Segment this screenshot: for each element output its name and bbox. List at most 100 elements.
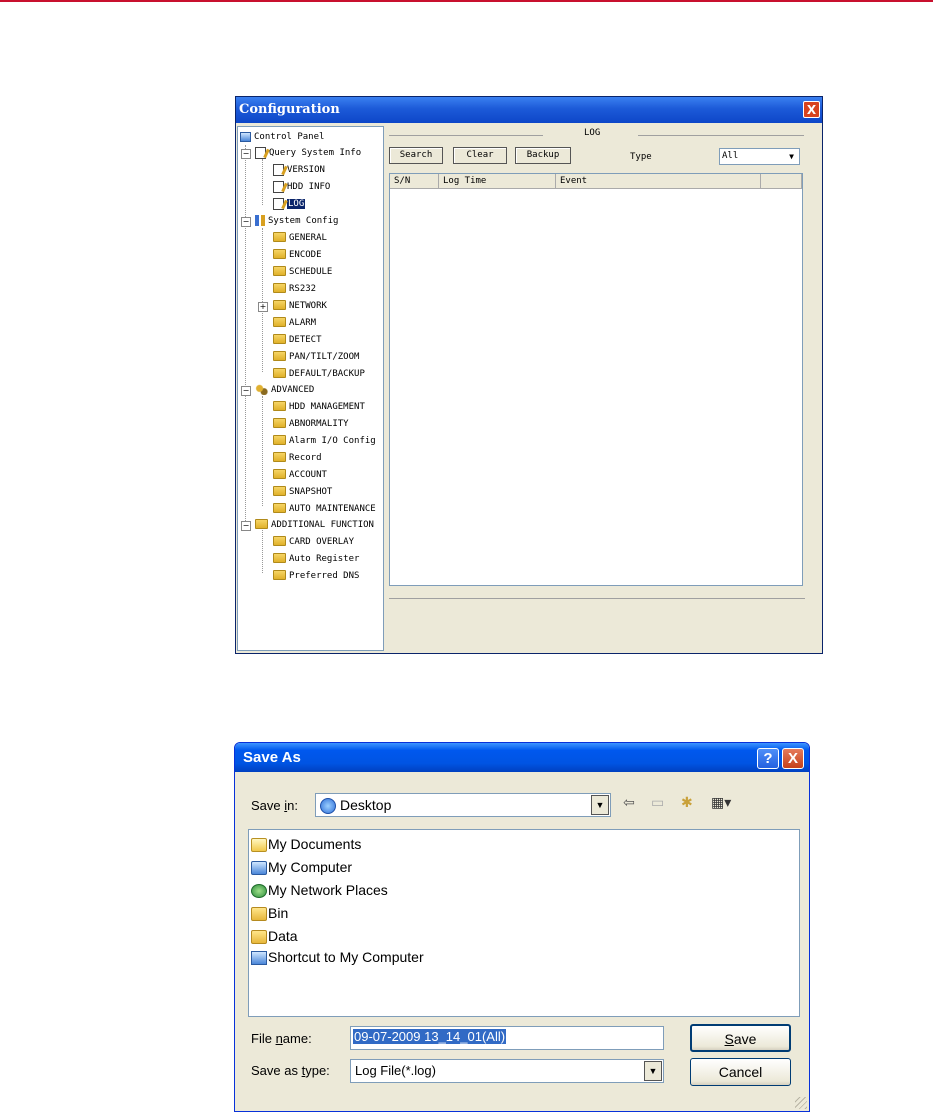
list-item-network-places[interactable]: My Network Places bbox=[251, 880, 388, 900]
chevron-down-icon[interactable]: ▼ bbox=[644, 1061, 662, 1081]
tree-node-label: SNAPSHOT bbox=[289, 487, 333, 497]
tree-node-label: Record bbox=[289, 453, 322, 463]
tree-node-label: Control Panel bbox=[254, 132, 325, 142]
tree-node-schedule[interactable]: SCHEDULE bbox=[273, 265, 332, 279]
tree-node-preferred-dns[interactable]: Preferred DNS bbox=[273, 569, 359, 583]
collapse-toggle[interactable]: − bbox=[241, 217, 251, 227]
tree-node-alarm-io-config[interactable]: Alarm I/O Config bbox=[273, 434, 376, 448]
tree-node-snapshot[interactable]: SNAPSHOT bbox=[273, 485, 332, 499]
file-name-input[interactable]: 09-07-2009 13_14_01(All) bbox=[350, 1026, 664, 1050]
views-menu-icon[interactable]: ▦▾ bbox=[711, 795, 731, 811]
collapse-toggle[interactable]: − bbox=[241, 521, 251, 531]
gears-icon bbox=[255, 384, 268, 395]
tree-node-detect[interactable]: DETECT bbox=[273, 333, 322, 347]
tree-node-label: System Config bbox=[268, 216, 339, 226]
tree-node-label: ADDITIONAL FUNCTION bbox=[271, 520, 374, 530]
folder-icon bbox=[273, 468, 286, 479]
tree-node-general[interactable]: GENERAL bbox=[273, 231, 327, 245]
tree-node-rs232[interactable]: RS232 bbox=[273, 282, 316, 296]
list-item-shortcut[interactable]: Shortcut to My Computer bbox=[251, 947, 424, 967]
tree-node-alarm[interactable]: ALARM bbox=[273, 316, 316, 330]
column-header-log-time[interactable]: Log Time bbox=[439, 174, 556, 189]
folder-icon bbox=[251, 907, 267, 922]
tree-node-label: RS232 bbox=[289, 284, 317, 294]
save-button[interactable]: Save bbox=[690, 1024, 791, 1052]
up-folder-icon[interactable]: ▭ bbox=[651, 795, 664, 811]
close-button[interactable]: X bbox=[782, 748, 804, 769]
tree-node-encode[interactable]: ENCODE bbox=[273, 248, 322, 262]
chevron-down-icon[interactable]: ▼ bbox=[591, 795, 609, 815]
tree-node-hdd-info[interactable]: HDD INFO bbox=[273, 180, 330, 194]
collapse-toggle[interactable]: − bbox=[241, 149, 251, 159]
note-icon bbox=[273, 197, 284, 210]
tree-node-log[interactable]: LOG bbox=[273, 197, 306, 211]
tree-node-record[interactable]: Record bbox=[273, 451, 322, 465]
tree-node-query-system-info[interactable]: Query System Info bbox=[255, 146, 361, 160]
tree-node-default-backup[interactable]: DEFAULT/BACKUP bbox=[273, 367, 365, 381]
folder-icon bbox=[273, 367, 286, 378]
resize-grip[interactable] bbox=[795, 1097, 807, 1109]
save-in-select[interactable]: Desktop ▼ bbox=[315, 793, 611, 817]
note-icon bbox=[273, 163, 284, 176]
network-places-icon bbox=[251, 884, 267, 899]
tree-node-label: DETECT bbox=[289, 335, 322, 345]
folder-icon bbox=[273, 485, 286, 496]
folder-icon bbox=[273, 248, 286, 259]
backup-button[interactable]: Backup bbox=[515, 147, 571, 164]
tree-node-label: HDD INFO bbox=[287, 182, 331, 192]
tree-node-label: ABNORMALITY bbox=[289, 419, 349, 429]
cancel-button[interactable]: Cancel bbox=[690, 1058, 791, 1086]
tree-node-control-panel[interactable]: Control Panel bbox=[240, 130, 324, 144]
folder-icon bbox=[251, 930, 267, 945]
help-button[interactable]: ? bbox=[757, 748, 779, 769]
tree-node-ptz[interactable]: PAN/TILT/ZOOM bbox=[273, 350, 359, 364]
tree-node-version[interactable]: VERSION bbox=[273, 163, 325, 177]
list-item-my-computer[interactable]: My Computer bbox=[251, 857, 352, 877]
tree-node-auto-register[interactable]: Auto Register bbox=[273, 552, 359, 566]
tree-node-abnormality[interactable]: ABNORMALITY bbox=[273, 417, 349, 431]
folder-icon bbox=[255, 518, 268, 529]
tree-node-label: AUTO MAINTENANCE bbox=[289, 504, 376, 514]
column-header-event[interactable]: Event bbox=[556, 174, 761, 189]
tree-node-additional-function[interactable]: ADDITIONAL FUNCTION bbox=[255, 518, 374, 532]
type-select[interactable]: All ▼ bbox=[719, 148, 800, 165]
page-top-rule bbox=[0, 0, 933, 2]
file-list[interactable]: My Documents My Computer My Network Plac… bbox=[248, 829, 800, 1017]
expand-toggle[interactable]: + bbox=[258, 302, 268, 312]
tree-node-account[interactable]: ACCOUNT bbox=[273, 468, 327, 482]
tree-node-advanced[interactable]: ADVANCED bbox=[255, 383, 314, 397]
log-group-title: LOG bbox=[584, 128, 601, 138]
list-item-my-documents[interactable]: My Documents bbox=[251, 834, 361, 854]
tree-node-auto-maintenance[interactable]: AUTO MAINTENANCE bbox=[273, 502, 376, 516]
folder-icon bbox=[273, 451, 286, 462]
tree-connector bbox=[245, 145, 246, 523]
close-button[interactable]: X bbox=[803, 101, 820, 118]
folder-icon bbox=[273, 569, 286, 580]
clear-button[interactable]: Clear bbox=[453, 147, 507, 164]
tree-node-system-config[interactable]: System Config bbox=[255, 214, 338, 228]
tree-node-hdd-management[interactable]: HDD MANAGEMENT bbox=[273, 400, 365, 414]
save-as-type-select[interactable]: Log File(*.log) ▼ bbox=[350, 1059, 664, 1083]
tree-node-label: Auto Register bbox=[289, 554, 360, 564]
note-icon bbox=[273, 180, 284, 193]
list-item-label: Shortcut to My Computer bbox=[268, 949, 424, 965]
tree-node-label: Preferred DNS bbox=[289, 571, 360, 581]
list-item-bin[interactable]: Bin bbox=[251, 903, 288, 923]
config-tree[interactable]: Control Panel − Query System Info VERSIO… bbox=[237, 126, 384, 651]
folder-icon bbox=[273, 400, 286, 411]
back-arrow-icon[interactable]: ⇦ bbox=[623, 795, 635, 811]
collapse-toggle[interactable]: − bbox=[241, 386, 251, 396]
list-item-data[interactable]: Data bbox=[251, 926, 298, 946]
folder-icon bbox=[273, 417, 286, 428]
tree-node-card-overlay[interactable]: CARD OVERLAY bbox=[273, 535, 354, 549]
chevron-down-icon[interactable]: ▼ bbox=[785, 150, 798, 163]
tree-node-network[interactable]: NETWORK bbox=[273, 299, 327, 313]
tree-node-label: HDD MANAGEMENT bbox=[289, 402, 365, 412]
column-header-sn[interactable]: S/N bbox=[390, 174, 439, 189]
log-table[interactable]: S/N Log Time Event bbox=[389, 173, 803, 586]
tools-icon bbox=[255, 215, 265, 226]
new-folder-icon[interactable]: ✱ bbox=[681, 795, 693, 811]
tree-node-label: SCHEDULE bbox=[289, 267, 333, 277]
folder-icon bbox=[273, 231, 286, 242]
search-button[interactable]: Search bbox=[389, 147, 443, 164]
